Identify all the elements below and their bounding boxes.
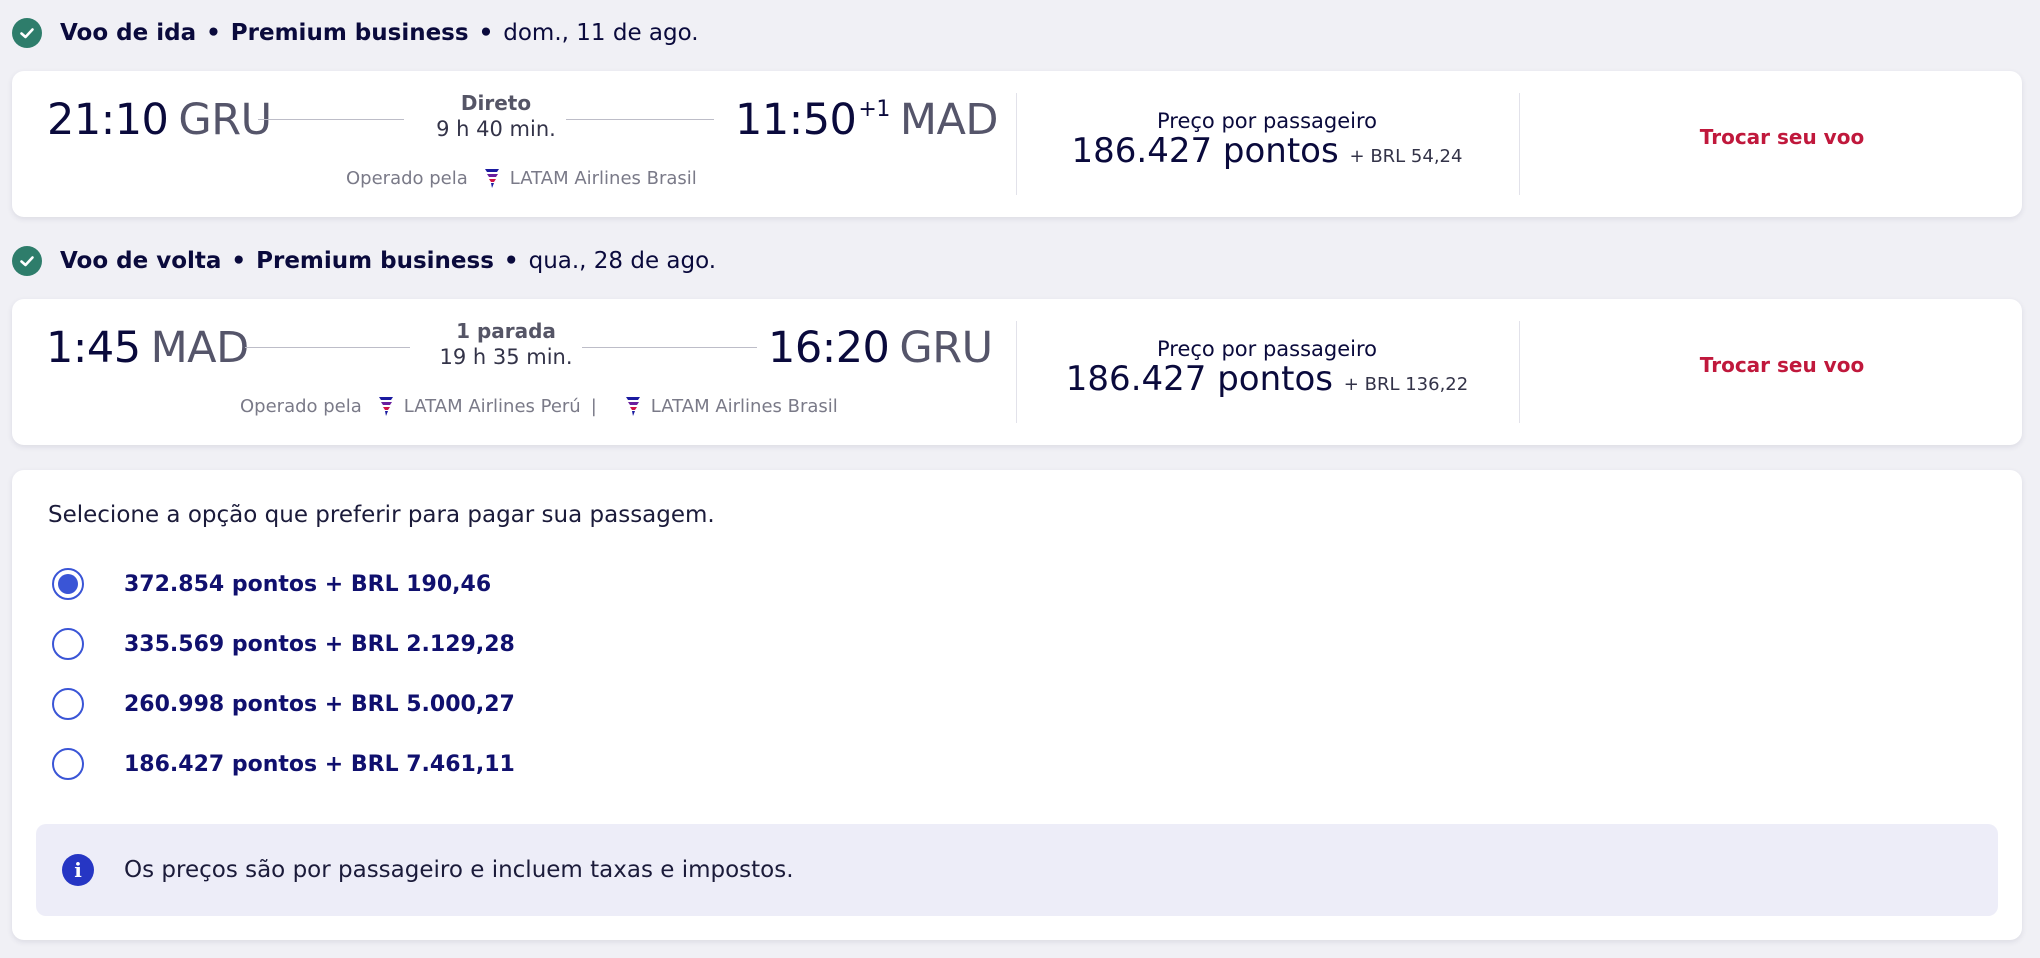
return-price: Preço por passageiro 186.427 pontos + BR…: [1065, 337, 1469, 399]
return-operated-by: Operado pela LATAM Airlines Perú | LATAM…: [240, 395, 838, 417]
return-date: qua., 28 de ago.: [528, 248, 717, 274]
outbound-route-info: Direto 9 h 40 min.: [416, 91, 576, 141]
return-airline-2: LATAM Airlines Brasil: [650, 395, 838, 417]
outbound-departure: 21:10 GRU: [47, 95, 272, 145]
payment-option-label: 186.427 pontos + BRL 7.461,11: [124, 751, 515, 777]
change-outbound-flight-button[interactable]: Trocar seu voo: [1612, 125, 1952, 149]
route-line: [566, 119, 714, 120]
payment-option-1[interactable]: 372.854 pontos + BRL 190,46: [52, 568, 491, 600]
check-circle-icon: [12, 18, 42, 48]
card-divider: [1519, 321, 1520, 423]
payment-option-4[interactable]: 186.427 pontos + BRL 7.461,11: [52, 748, 515, 780]
payment-title: Selecione a opção que preferir para paga…: [48, 502, 715, 528]
payment-option-2[interactable]: 335.569 pontos + BRL 2.129,28: [52, 628, 515, 660]
return-price-points: 186.427 pontos: [1065, 359, 1333, 399]
route-line: [582, 347, 757, 348]
return-flight-card: 1:45 MAD 1 parada 19 h 35 min. 16:20 GRU O…: [12, 299, 2022, 445]
return-direction: Voo de volta: [60, 248, 222, 274]
outbound-arrival: 11:50+1 MAD: [735, 95, 999, 145]
outbound-departure-code: GRU: [178, 95, 272, 145]
return-departure-time: 1:45: [46, 323, 141, 373]
price-info-text: Os preços são por passageiro e incluem t…: [124, 857, 794, 883]
outbound-day-offset: +1: [858, 97, 890, 122]
payment-option-radio[interactable]: [52, 748, 84, 780]
latam-logo-icon: [484, 167, 500, 189]
change-return-flight-button[interactable]: Trocar seu voo: [1612, 353, 1952, 377]
payment-option-label: 372.854 pontos + BRL 190,46: [124, 571, 492, 597]
outbound-departure-time: 21:10: [47, 95, 169, 145]
outbound-price-extra: + BRL 54,24: [1349, 146, 1463, 167]
return-cabin: Premium business: [256, 248, 494, 274]
outbound-date: dom., 11 de ago.: [503, 20, 699, 46]
outbound-direction: Voo de ida: [60, 20, 197, 46]
return-departure: 1:45 MAD: [46, 323, 249, 373]
payment-options-card: Selecione a opção que preferir para paga…: [12, 470, 2022, 940]
return-departure-code: MAD: [150, 323, 250, 373]
outbound-arrival-code: MAD: [899, 95, 999, 145]
outbound-price: Preço por passageiro 186.427 pontos + BR…: [1071, 109, 1463, 171]
latam-logo-icon: [378, 395, 394, 417]
return-header: Voo de volta • Premium business • qua., …: [12, 241, 716, 281]
latam-logo-icon: [625, 395, 641, 417]
check-circle-icon: [12, 246, 42, 276]
return-arrival-time: 16:20: [768, 323, 890, 373]
return-airline-1: LATAM Airlines Perú: [403, 395, 581, 417]
card-divider: [1519, 93, 1520, 195]
outbound-cabin: Premium business: [230, 20, 469, 46]
payment-option-3[interactable]: 260.998 pontos + BRL 5.000,27: [52, 688, 515, 720]
airline-separator: |: [590, 395, 597, 417]
outbound-operated-by: Operado pela LATAM Airlines Brasil: [346, 167, 697, 189]
outbound-flight-card: 21:10 GRU Direto 9 h 40 min. 11:50+1 MAD O…: [12, 71, 2022, 217]
return-price-extra: + BRL 136,22: [1343, 374, 1469, 395]
price-info-notice: i Os preços são por passageiro e incluem…: [36, 824, 1998, 916]
outbound-price-points: 186.427 pontos: [1071, 131, 1339, 171]
return-duration: 19 h 35 min.: [439, 345, 573, 369]
payment-option-radio[interactable]: [52, 568, 84, 600]
outbound-duration: 9 h 40 min.: [436, 117, 556, 141]
outbound-arrival-time: 11:50: [735, 95, 857, 145]
outbound-header: Voo de ida • Premium business • dom., 11…: [12, 13, 699, 53]
info-icon: i: [62, 854, 94, 886]
route-line: [245, 347, 410, 348]
payment-option-label: 260.998 pontos + BRL 5.000,27: [124, 691, 515, 717]
outbound-airline: LATAM Airlines Brasil: [509, 167, 697, 189]
route-line: [258, 119, 404, 120]
payment-option-label: 335.569 pontos + BRL 2.129,28: [124, 631, 515, 657]
payment-option-radio[interactable]: [52, 628, 84, 660]
return-arrival: 16:20 GRU: [768, 323, 993, 373]
return-route-info: 1 parada 19 h 35 min.: [416, 319, 596, 369]
payment-option-radio[interactable]: [52, 688, 84, 720]
outbound-stops: Direto: [460, 91, 532, 115]
return-arrival-code: GRU: [899, 323, 993, 373]
return-stops: 1 parada: [456, 319, 556, 343]
